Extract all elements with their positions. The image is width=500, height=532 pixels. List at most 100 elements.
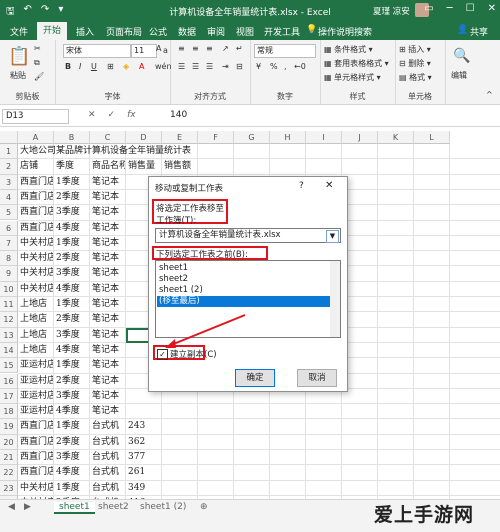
tab-insert[interactable]: 插入: [76, 25, 94, 38]
fill-color-icon[interactable]: ◈: [123, 62, 129, 71]
table-cell[interactable]: 亚运村店: [20, 389, 53, 404]
table-cell[interactable]: 西直门店: [20, 435, 53, 450]
table-cell[interactable]: 笔记本: [92, 328, 125, 343]
insert-cells-button[interactable]: ⊞ 插入 ▾: [399, 44, 431, 55]
header-cell[interactable]: 商品名称: [92, 159, 125, 174]
align-middle-icon[interactable]: ≡: [192, 44, 199, 53]
paste-icon[interactable]: 📋: [8, 46, 30, 67]
borders-icon[interactable]: ⊞: [107, 62, 114, 71]
table-cell[interactable]: 西直门店: [20, 450, 53, 465]
row-header[interactable]: 10: [0, 281, 18, 297]
name-box[interactable]: D13: [2, 109, 69, 124]
row-header[interactable]: 4: [0, 189, 18, 206]
orientation-icon[interactable]: ↗: [222, 44, 229, 53]
table-cell[interactable]: 西直门店: [20, 419, 53, 434]
column-header-j[interactable]: J: [342, 131, 378, 144]
close-icon[interactable]: ✕: [488, 3, 496, 14]
table-cell[interactable]: 上地店: [20, 297, 53, 312]
row-header[interactable]: 21: [0, 450, 18, 466]
font-color-icon[interactable]: A: [139, 62, 144, 71]
table-cell[interactable]: 笔记本: [92, 358, 125, 373]
sheet-tab-sheet1-2[interactable]: sheet1 (2): [140, 502, 186, 512]
ok-button[interactable]: 确定: [235, 369, 275, 387]
table-cell[interactable]: 3季度: [56, 328, 89, 343]
select-all-corner[interactable]: [0, 131, 18, 144]
grow-font-icon[interactable]: A: [156, 44, 161, 53]
column-header-f[interactable]: F: [198, 131, 234, 144]
table-cell[interactable]: 笔记本: [92, 297, 125, 312]
scroll-tabs-left-icon[interactable]: ◀: [8, 502, 15, 512]
table-cell[interactable]: 261: [128, 465, 161, 480]
table-cell[interactable]: 3季度: [56, 205, 89, 220]
ribbon-display-icon[interactable]: ▭: [424, 3, 433, 14]
table-cell[interactable]: 西直门店: [20, 190, 53, 205]
table-cell[interactable]: 笔记本: [92, 343, 125, 358]
table-cell[interactable]: 笔记本: [92, 236, 125, 251]
delete-cells-button[interactable]: ⊟ 删除 ▾: [399, 58, 431, 69]
row-header[interactable]: 15: [0, 358, 18, 374]
column-header-k[interactable]: K: [378, 131, 414, 144]
table-cell[interactable]: 1季度: [56, 175, 89, 190]
row-header[interactable]: 2: [0, 159, 18, 175]
sheet-title-cell[interactable]: 大地公司某品牌计算机设备全年销量统计表: [20, 144, 320, 159]
row-header[interactable]: 23: [0, 480, 18, 496]
table-cell[interactable]: 362: [128, 435, 161, 450]
table-cell[interactable]: 笔记本: [92, 251, 125, 266]
header-cell[interactable]: 季度: [56, 159, 89, 174]
table-cell[interactable]: 中关村店: [20, 266, 53, 281]
format-painter-icon[interactable]: 🖌: [34, 72, 44, 81]
tab-file[interactable]: 文件: [10, 25, 28, 38]
table-cell[interactable]: 笔记本: [92, 374, 125, 389]
table-cell[interactable]: 4季度: [56, 282, 89, 297]
sheet-tab-sheet2[interactable]: sheet2: [98, 502, 129, 512]
table-cell[interactable]: 西直门店: [20, 205, 53, 220]
table-cell[interactable]: 4季度: [56, 221, 89, 236]
row-header[interactable]: 18: [0, 404, 18, 420]
table-cell[interactable]: 西直门店: [20, 175, 53, 190]
table-cell[interactable]: 台式机: [92, 481, 125, 496]
format-as-table-button[interactable]: ▦ 套用表格格式 ▾: [324, 58, 389, 69]
tab-data[interactable]: 数据: [178, 25, 196, 38]
maximize-icon[interactable]: ☐: [466, 3, 475, 14]
editing-button[interactable]: 编辑: [451, 70, 467, 81]
cancel-button[interactable]: 取消: [297, 369, 337, 387]
align-center-icon[interactable]: ☰: [192, 62, 199, 71]
table-cell[interactable]: 笔记本: [92, 266, 125, 281]
row-header[interactable]: 5: [0, 205, 18, 221]
table-cell[interactable]: 3季度: [56, 450, 89, 465]
underline-icon[interactable]: U: [91, 62, 97, 71]
bold-icon[interactable]: B: [65, 62, 71, 71]
collapse-ribbon-icon[interactable]: ^: [486, 90, 493, 99]
table-cell[interactable]: 中关村店: [20, 481, 53, 496]
cell-styles-button[interactable]: ▦ 单元格样式 ▾: [324, 72, 381, 83]
new-sheet-icon[interactable]: ⊕: [200, 502, 208, 512]
align-bottom-icon[interactable]: ≡: [206, 44, 213, 53]
user-name[interactable]: 夏瑾 凉安: [373, 5, 410, 17]
table-cell[interactable]: 上地店: [20, 328, 53, 343]
format-cells-button[interactable]: ▤ 格式 ▾: [399, 72, 432, 83]
column-header-a[interactable]: A: [18, 131, 54, 144]
minimize-icon[interactable]: ─: [447, 3, 453, 14]
row-header[interactable]: 9: [0, 266, 18, 282]
table-cell[interactable]: 3季度: [56, 389, 89, 404]
column-header-d[interactable]: D: [126, 131, 162, 144]
table-cell[interactable]: 笔记本: [92, 221, 125, 236]
table-cell[interactable]: 2季度: [56, 374, 89, 389]
row-header[interactable]: 19: [0, 419, 18, 435]
align-top-icon[interactable]: ≡: [178, 44, 185, 53]
table-cell[interactable]: 上地店: [20, 312, 53, 327]
table-cell[interactable]: 3季度: [56, 266, 89, 281]
table-cell[interactable]: 2季度: [56, 251, 89, 266]
header-cell[interactable]: 店铺: [20, 159, 53, 174]
table-cell[interactable]: 笔记本: [92, 389, 125, 404]
row-header[interactable]: 14: [0, 342, 18, 359]
conditional-formatting-button[interactable]: ▦ 条件格式 ▾: [324, 44, 373, 55]
comma-style-icon[interactable]: ,: [284, 62, 287, 71]
wrap-text-icon[interactable]: ↵: [236, 44, 243, 53]
tab-developer[interactable]: 开发工具: [264, 25, 300, 38]
column-header-b[interactable]: B: [54, 131, 90, 144]
shrink-font-icon[interactable]: a: [163, 46, 168, 55]
formula-input[interactable]: 140: [170, 110, 187, 120]
table-cell[interactable]: 台式机: [92, 465, 125, 480]
table-cell[interactable]: 4季度: [56, 343, 89, 358]
